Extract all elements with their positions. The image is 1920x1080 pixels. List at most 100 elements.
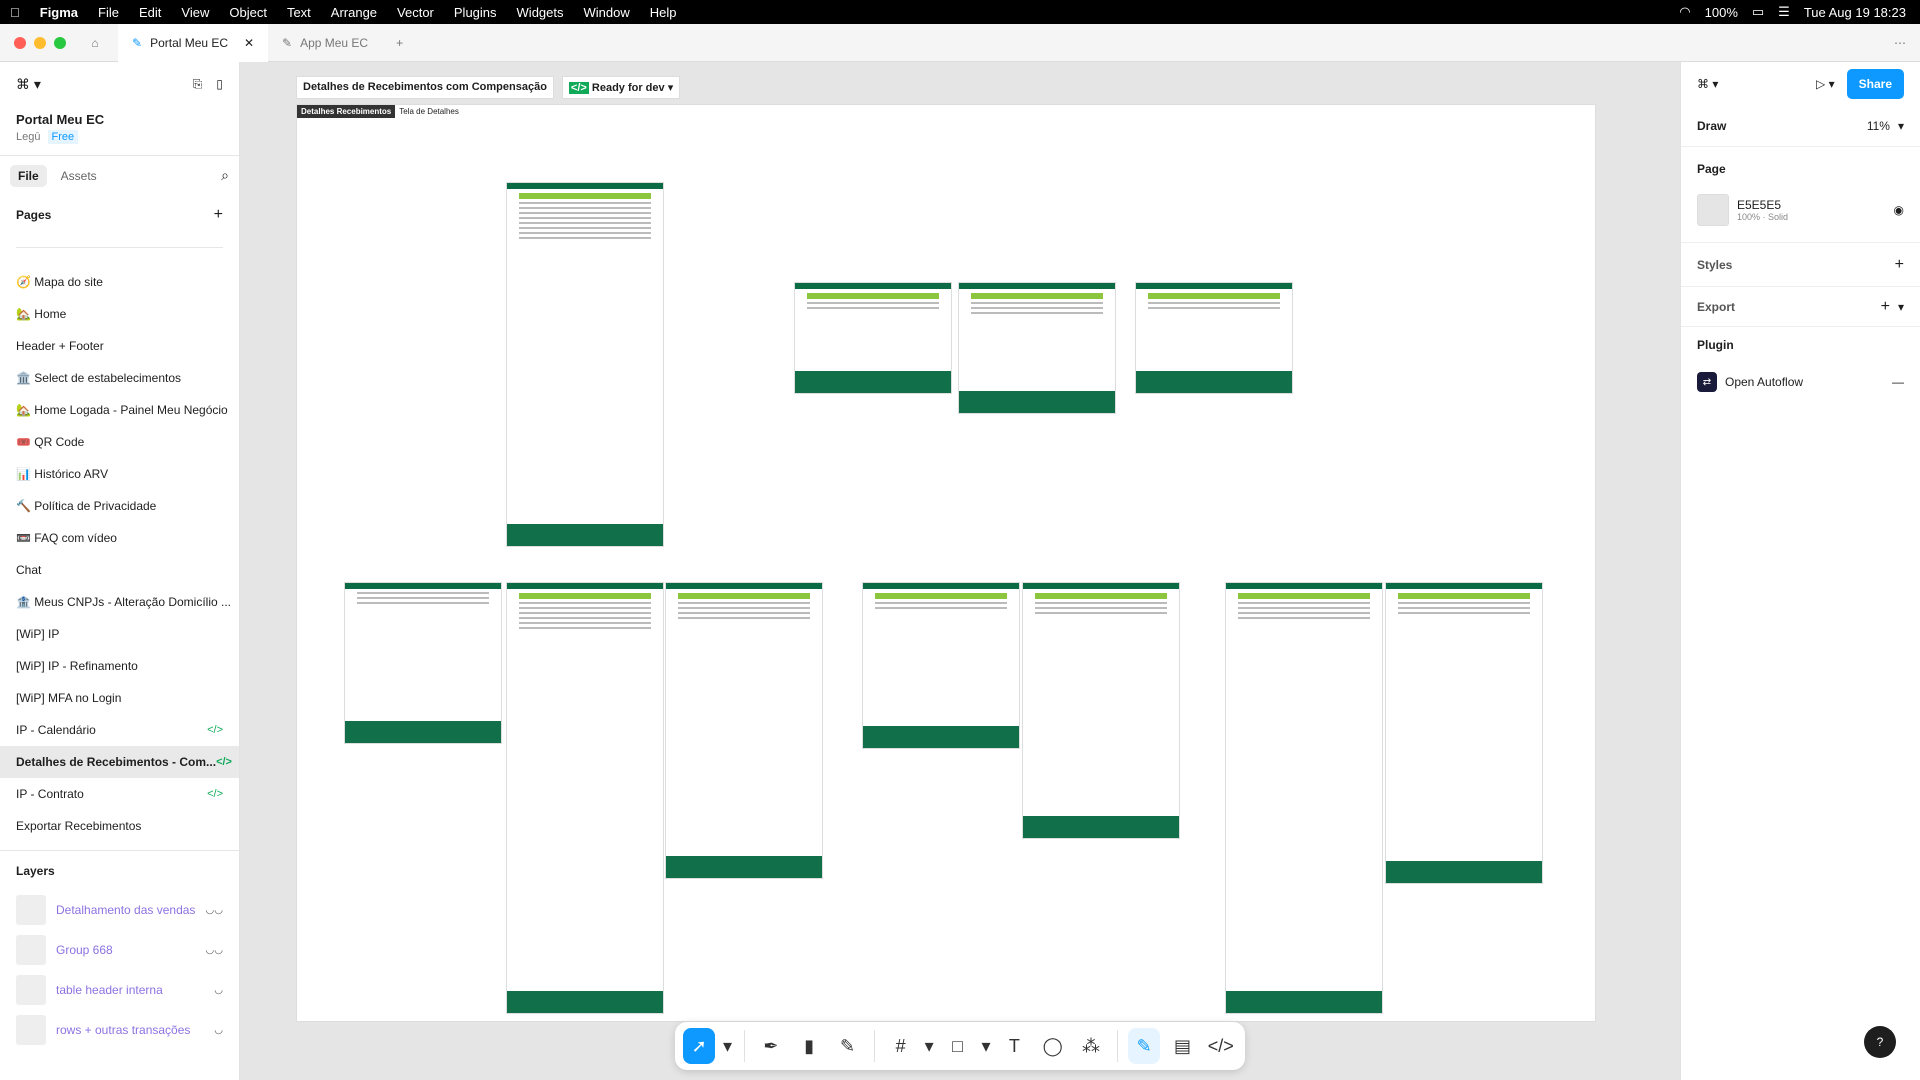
menu-object[interactable]: Object xyxy=(219,5,277,20)
page-item-selected[interactable]: Detalhes de Recebimentos - Com... </> xyxy=(0,746,239,778)
screen-thumbnail[interactable] xyxy=(507,583,663,1013)
apple-icon[interactable]:  xyxy=(0,5,30,20)
frame-tool-icon[interactable]: # xyxy=(885,1028,917,1064)
components-icon[interactable]: ⁂ xyxy=(1075,1028,1107,1064)
menu-plugins[interactable]: Plugins xyxy=(444,5,507,20)
menu-view[interactable]: View xyxy=(171,5,219,20)
chevron-down-icon[interactable]: ▾ xyxy=(980,1028,993,1064)
screen-thumbnail[interactable] xyxy=(345,583,501,743)
plugin-item[interactable]: ⇄ Open Autoflow — xyxy=(1681,362,1920,402)
page-color-row[interactable]: E5E5E5 100% · Solid ◉ xyxy=(1681,190,1920,230)
zoom-level[interactable]: 11% xyxy=(1867,119,1890,133)
minimize-window-button[interactable] xyxy=(34,36,46,49)
layer-row[interactable]: rows + outras transações ◡ xyxy=(0,1010,239,1050)
battery-icon[interactable]: ▭ xyxy=(1752,4,1764,20)
canvas[interactable]: Detalhes de Recebimentos com Compensação… xyxy=(241,62,1679,1080)
sidebar-toggle-icon[interactable]: ▯ xyxy=(216,77,223,91)
screen-thumbnail[interactable] xyxy=(959,283,1115,413)
page-item[interactable]: [WiP] IP - Refinamento xyxy=(0,650,239,682)
chevron-down-icon[interactable]: ▾ xyxy=(923,1028,936,1064)
screen-thumbnail[interactable] xyxy=(1023,583,1179,838)
comment-tool-icon[interactable]: ◯ xyxy=(1037,1028,1069,1064)
page-item[interactable]: [WiP] IP xyxy=(0,618,239,650)
zoom-window-button[interactable] xyxy=(54,36,66,49)
ready-for-dev-badge[interactable]: </> Ready for dev ▾ xyxy=(561,76,681,99)
close-tab-icon[interactable]: ✕ xyxy=(244,36,254,50)
chevron-down-icon[interactable]: ▾ xyxy=(1898,119,1904,133)
eye-hidden-icon[interactable]: ◡ xyxy=(214,1025,223,1036)
menu-vector[interactable]: Vector xyxy=(387,5,444,20)
layer-row[interactable]: Detalhamento das vendas ◡◡ xyxy=(0,890,239,930)
menu-help[interactable]: Help xyxy=(640,5,687,20)
move-tool-icon[interactable]: ➚ xyxy=(683,1028,716,1064)
wifi-icon[interactable]: ◠ xyxy=(1679,4,1690,20)
search-icon[interactable]: ⌕ xyxy=(221,167,229,184)
dev-mode-icon[interactable]: </> xyxy=(1205,1028,1237,1064)
menu-text[interactable]: Text xyxy=(277,5,321,20)
tab-portal-meu-ec[interactable]: ✎ Portal Meu EC ✕ xyxy=(118,23,268,62)
section-frame[interactable]: Detalhes Recebimentos Tela de Detalhes xyxy=(296,104,1596,1022)
tab-assets[interactable]: Assets xyxy=(53,165,105,187)
menu-arrange[interactable]: Arrange xyxy=(321,5,387,20)
share-button[interactable]: Share xyxy=(1846,69,1904,99)
screen-thumbnail[interactable] xyxy=(1386,583,1542,883)
color-hex[interactable]: E5E5E5 xyxy=(1737,198,1788,212)
page-item-ip-calendario[interactable]: IP - Calendário </> xyxy=(0,714,239,746)
home-icon[interactable]: ⌂ xyxy=(72,24,118,62)
clock[interactable]: Tue Aug 19 18:23 xyxy=(1804,5,1906,20)
page-item[interactable]: 🏦 Meus CNPJs - Alteração Domicílio ... xyxy=(0,586,239,618)
chevron-down-icon[interactable]: ▾ xyxy=(1898,300,1904,314)
add-export-icon[interactable]: + xyxy=(1881,298,1890,316)
new-tab-button[interactable]: + xyxy=(382,24,417,62)
add-page-icon[interactable]: + xyxy=(214,206,223,224)
menu-edit[interactable]: Edit xyxy=(129,5,171,20)
page-item[interactable]: Header + Footer xyxy=(0,330,239,362)
ai-icon[interactable]: ⎘ xyxy=(193,77,203,92)
screen-thumbnail[interactable] xyxy=(507,183,663,546)
tab-file[interactable]: File xyxy=(10,164,47,187)
file-name[interactable]: Portal Meu EC xyxy=(16,112,223,127)
screen-thumbnail[interactable] xyxy=(666,583,822,878)
chevron-down-icon[interactable]: ▾ xyxy=(721,1028,734,1064)
pen-tool-icon[interactable]: ✒ xyxy=(755,1028,787,1064)
screen-thumbnail[interactable] xyxy=(1226,583,1382,1013)
remove-icon[interactable]: — xyxy=(1892,375,1904,389)
screen-thumbnail[interactable] xyxy=(863,583,1019,748)
more-options-icon[interactable]: ⋯ xyxy=(1880,24,1920,62)
eye-hidden-icon[interactable]: ◡◡ xyxy=(206,945,223,956)
dev-mode-toggle-icon[interactable]: ⌘ ▾ xyxy=(1697,77,1718,91)
page-item[interactable]: 🔨 Política de Privacidade xyxy=(0,490,239,522)
plugin-name[interactable]: Open Autoflow xyxy=(1725,375,1803,389)
menu-widgets[interactable]: Widgets xyxy=(507,5,574,20)
screen-thumbnail[interactable] xyxy=(1136,283,1292,393)
design-mode-icon[interactable]: ✎ xyxy=(1128,1028,1161,1064)
color-swatch[interactable] xyxy=(1697,194,1729,226)
page-item[interactable]: [WiP] MFA no Login xyxy=(0,682,239,714)
page-item[interactable]: 🏛️ Select de estabelecimentos xyxy=(0,362,239,394)
layer-row[interactable]: Group 668 ◡◡ xyxy=(0,930,239,970)
page-item[interactable]: 🏡 Home xyxy=(0,298,239,330)
page-item[interactable]: Exportar Recebimentos xyxy=(0,810,239,842)
page-item[interactable]: 📊 Histórico ARV xyxy=(0,458,239,490)
marker-tool-icon[interactable]: ▮ xyxy=(793,1028,825,1064)
frame-title[interactable]: Detalhes de Recebimentos com Compensação xyxy=(296,76,554,99)
eye-hidden-icon[interactable]: ◡◡ xyxy=(206,905,223,916)
page-item[interactable]: 🧭 Mapa do site xyxy=(0,266,239,298)
menu-window[interactable]: Window xyxy=(574,5,640,20)
text-tool-icon[interactable]: T xyxy=(998,1028,1030,1064)
control-center-icon[interactable]: ☰ xyxy=(1778,4,1790,20)
eye-hidden-icon[interactable]: ◡ xyxy=(214,985,223,996)
pencil-tool-icon[interactable]: ✎ xyxy=(831,1028,863,1064)
tab-app-meu-ec[interactable]: ✎ App Meu EC xyxy=(268,24,382,62)
draw-mode-icon[interactable]: ▤ xyxy=(1166,1028,1198,1064)
help-button[interactable]: ? xyxy=(1864,1026,1896,1058)
add-style-icon[interactable]: + xyxy=(1895,256,1904,274)
page-item[interactable]: Chat xyxy=(0,554,239,586)
eye-icon[interactable]: ◉ xyxy=(1894,203,1904,217)
menu-app[interactable]: Figma xyxy=(30,5,88,20)
section-name[interactable]: Detalhes Recebimentos xyxy=(297,105,396,118)
screen-thumbnail[interactable] xyxy=(795,283,951,393)
page-item[interactable]: 📼 FAQ com vídeo xyxy=(0,522,239,554)
close-window-button[interactable] xyxy=(14,36,26,49)
main-menu-icon[interactable]: ⌘ ▾ xyxy=(16,76,41,93)
